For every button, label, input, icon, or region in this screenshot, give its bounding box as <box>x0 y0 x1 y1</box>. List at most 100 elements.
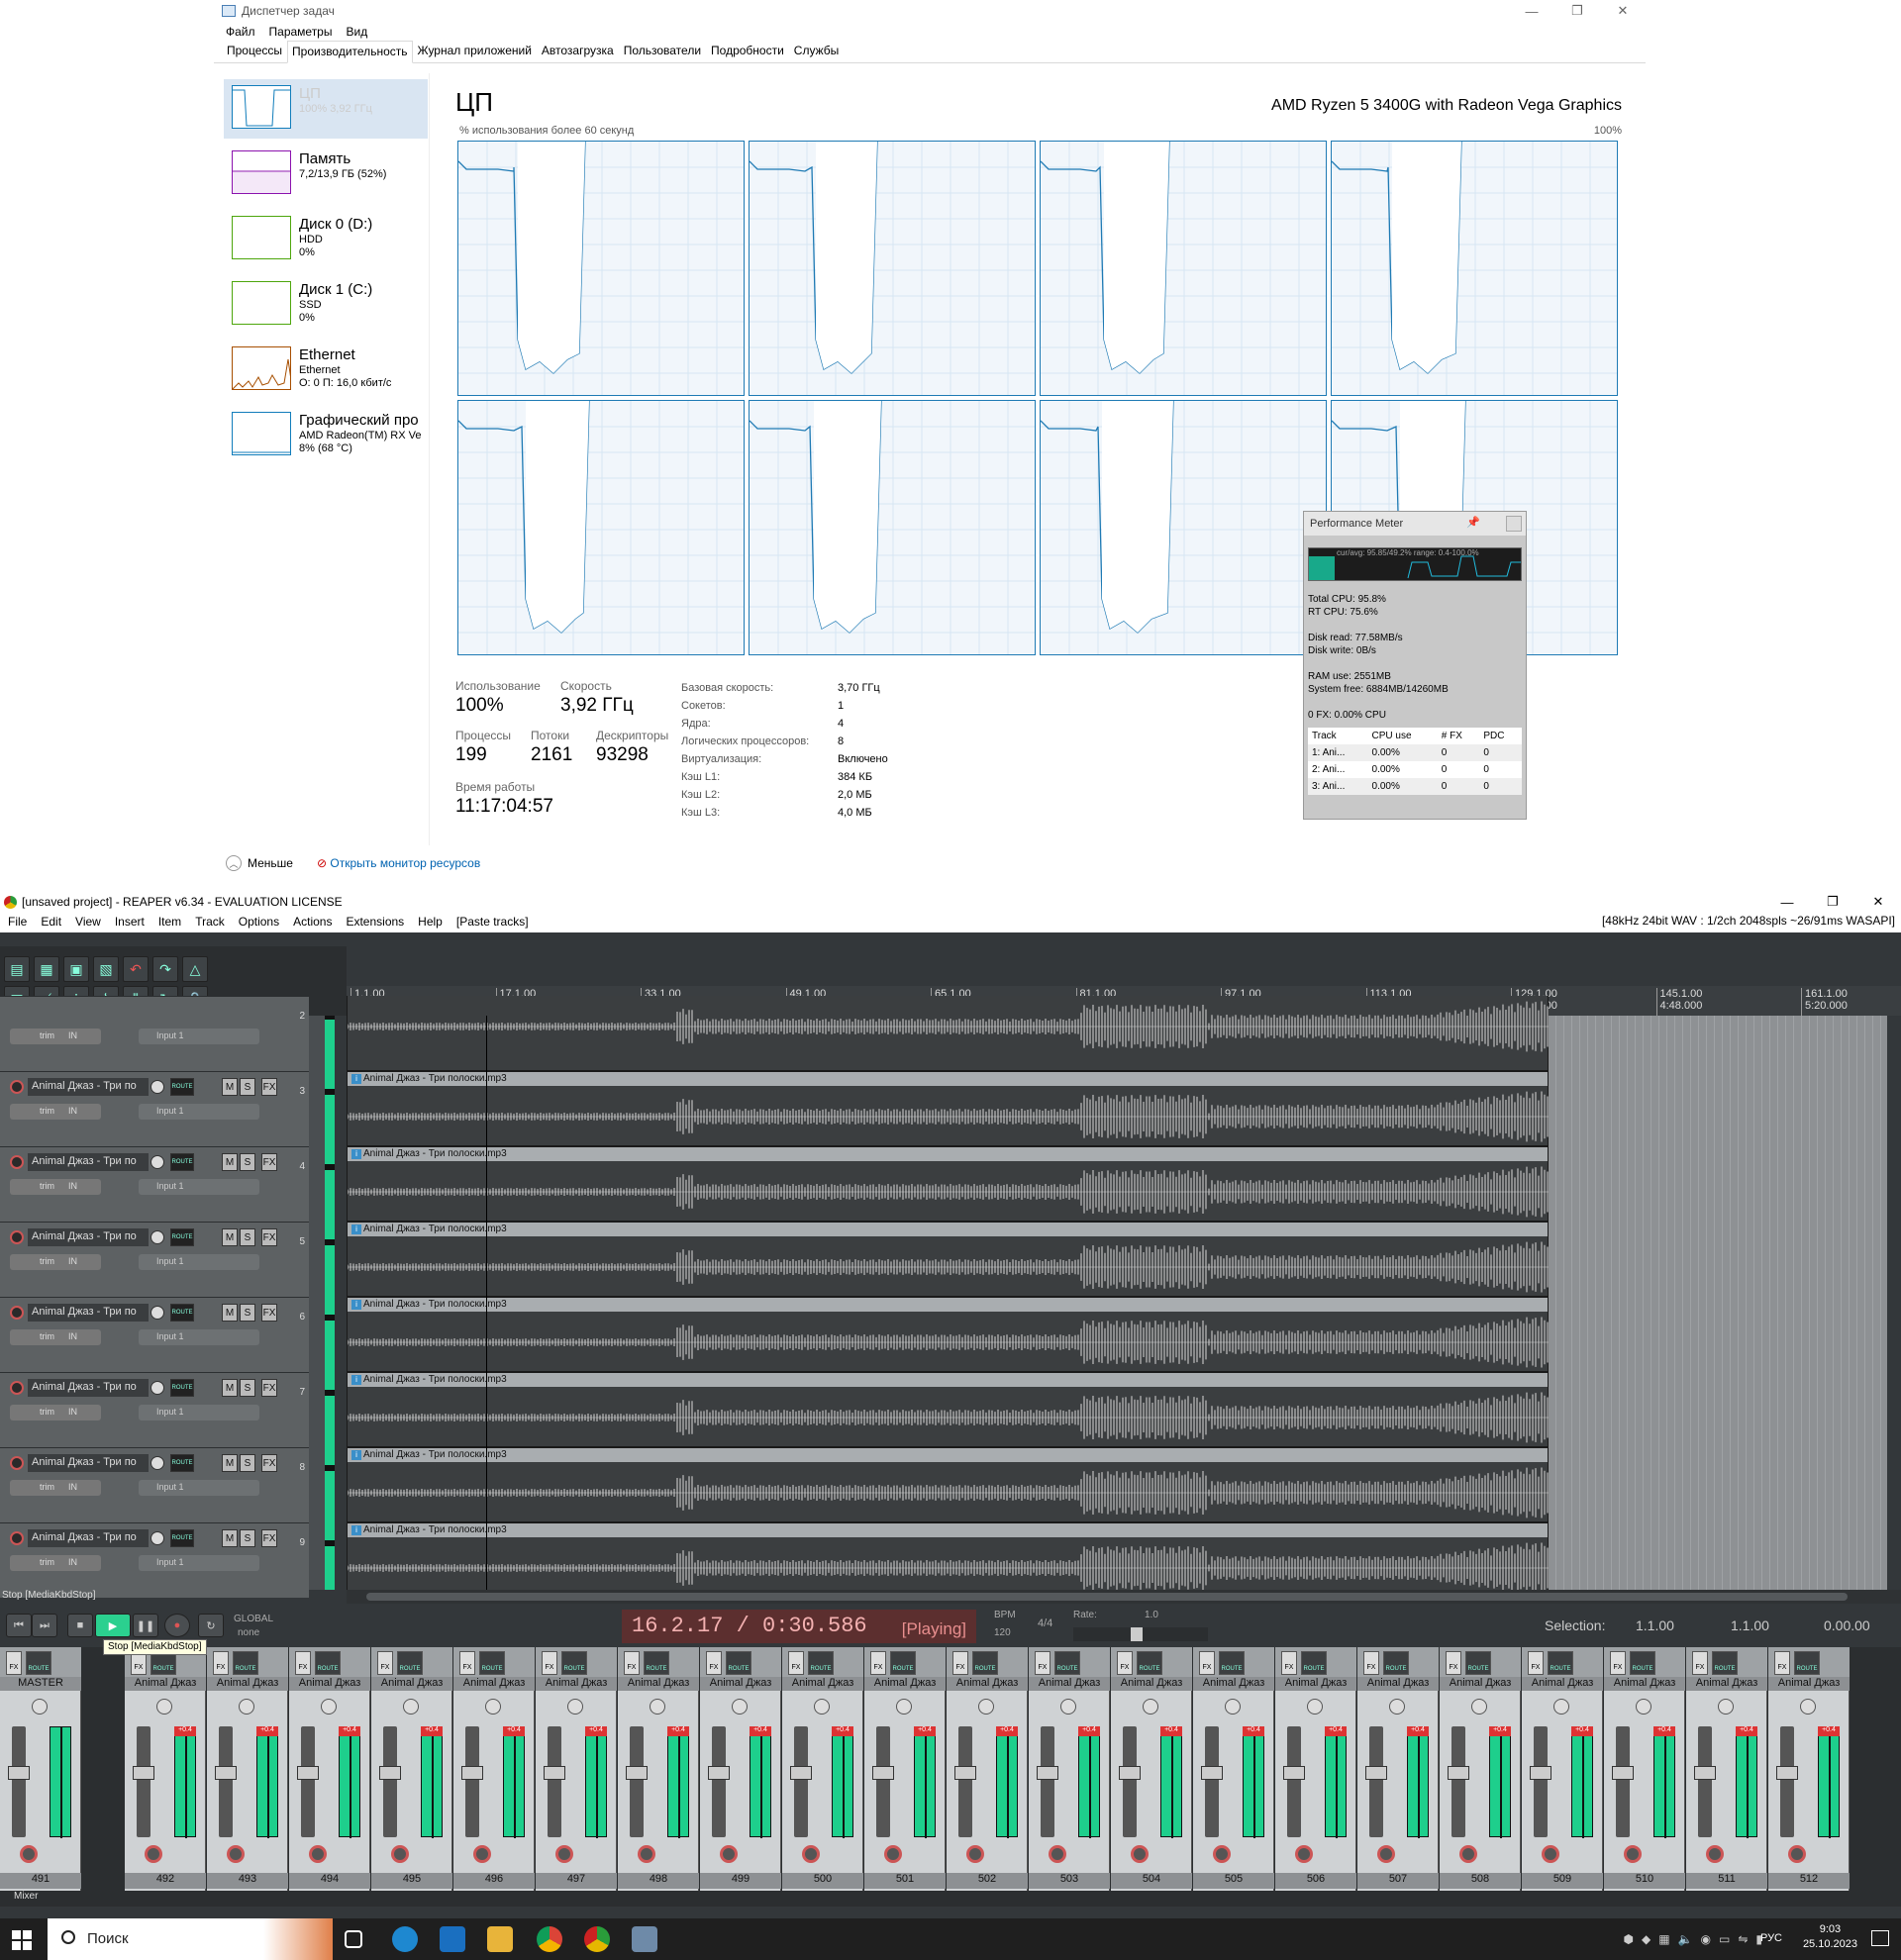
record-arm-icon[interactable] <box>10 1080 24 1094</box>
menu-item-3[interactable]: Insert <box>115 915 145 929</box>
fader-handle[interactable] <box>1776 1766 1798 1780</box>
route-button[interactable]: ROUTE <box>170 1379 194 1397</box>
menu-item-4[interactable]: Item <box>158 915 181 929</box>
mixer-strip-0[interactable]: FX ROUTE MASTER 491 <box>0 1647 81 1891</box>
record-arm-icon[interactable] <box>1131 1845 1149 1863</box>
column-header-1[interactable]: CPU use <box>1368 728 1438 744</box>
volume-fader[interactable] <box>876 1726 890 1837</box>
rate-slider[interactable] <box>1073 1627 1208 1641</box>
trim-control[interactable]: trim IN <box>10 1480 101 1496</box>
volume-fader[interactable] <box>1780 1726 1794 1837</box>
notifications-icon[interactable] <box>1871 1930 1889 1946</box>
input-selector[interactable]: Input 1 <box>139 1329 259 1345</box>
volume-knob[interactable] <box>150 1155 164 1169</box>
volume-fader[interactable] <box>465 1726 479 1837</box>
route-button[interactable]: ROUTE <box>808 1651 834 1675</box>
edge-icon[interactable] <box>392 1926 418 1952</box>
volume-fader[interactable] <box>219 1726 233 1837</box>
usb-icon[interactable]: ⇋ <box>1738 1932 1748 1946</box>
volume-fader[interactable] <box>794 1726 808 1837</box>
menu-item-6[interactable]: Options <box>239 915 279 929</box>
pan-knob[interactable] <box>1636 1699 1651 1715</box>
volume-fader[interactable] <box>1123 1726 1137 1837</box>
horizontal-scrollbar[interactable] <box>347 1590 1901 1604</box>
pan-knob[interactable] <box>896 1699 912 1715</box>
fader-handle[interactable] <box>872 1766 894 1780</box>
media-item[interactable]: i Animal Джаз - Три полоски.mp3 <box>347 1372 1550 1447</box>
menu-item-2[interactable]: View <box>75 915 101 929</box>
volume-fader[interactable] <box>1287 1726 1301 1837</box>
mixer-strip-18[interactable]: FX ROUTE Animal Джаз +0.4 509 <box>1522 1647 1603 1891</box>
minimize-icon[interactable]: — <box>1764 893 1810 911</box>
mixer-strip-17[interactable]: FX ROUTE Animal Джаз +0.4 508 <box>1440 1647 1521 1891</box>
fader-handle[interactable] <box>1448 1766 1469 1780</box>
mixer-strip-20[interactable]: FX ROUTE Animal Джаз +0.4 511 <box>1686 1647 1767 1891</box>
record-arm-icon[interactable] <box>1706 1845 1724 1863</box>
fader-handle[interactable] <box>954 1766 976 1780</box>
route-button[interactable]: ROUTE <box>170 1153 194 1171</box>
route-button[interactable]: ROUTE <box>315 1651 341 1675</box>
audio-device-status[interactable]: [48kHz 24bit WAV : 1/2ch 2048spls ~26/91… <box>1602 914 1895 928</box>
mixer-strip-5[interactable]: FX ROUTE Animal Джаз +0.4 496 <box>453 1647 535 1891</box>
fader-handle[interactable] <box>708 1766 730 1780</box>
reaper-taskbar-icon[interactable] <box>584 1926 610 1952</box>
fx-button[interactable]: FX <box>870 1651 886 1675</box>
table-row[interactable]: 1: Ani... 0.00% 0 0 <box>1308 744 1522 761</box>
record-arm-icon[interactable] <box>966 1845 984 1863</box>
route-button[interactable]: ROUTE <box>1137 1651 1162 1675</box>
fx-button[interactable]: FX <box>952 1651 968 1675</box>
track-8[interactable]: Animal Джаз - Три по ROUTE M S FX trim IN Input… <box>0 1447 309 1522</box>
track-6[interactable]: Animal Джаз - Три по ROUTE M S FX trim IN Input… <box>0 1297 309 1372</box>
volume-knob[interactable] <box>150 1456 164 1470</box>
mute-button[interactable]: M <box>222 1078 238 1096</box>
less-details-link[interactable]: Меньше <box>248 856 293 870</box>
route-button[interactable]: ROUTE <box>26 1651 51 1675</box>
redo-icon[interactable]: ↷ <box>152 956 178 982</box>
column-header-3[interactable]: PDC <box>1479 728 1522 744</box>
mixer-strip-16[interactable]: FX ROUTE Animal Джаз +0.4 507 <box>1357 1647 1439 1891</box>
input-selector[interactable]: Input 1 <box>139 1405 259 1421</box>
trim-control[interactable]: trim IN <box>10 1179 101 1195</box>
volume-knob[interactable] <box>150 1230 164 1244</box>
mixer-strip-14[interactable]: FX ROUTE Animal Джаз +0.4 505 <box>1193 1647 1274 1891</box>
trim-control[interactable]: trim IN <box>10 1254 101 1270</box>
steam-icon[interactable]: ◉ <box>1701 1932 1711 1946</box>
taskbar-search[interactable]: Поиск <box>48 1918 333 1960</box>
record-arm-icon[interactable] <box>20 1845 38 1863</box>
record-arm-icon[interactable] <box>1049 1845 1066 1863</box>
fader-handle[interactable] <box>626 1766 648 1780</box>
fx-button[interactable]: FX <box>295 1651 311 1675</box>
media-item[interactable]: i Animal Джаз - Три полоски.mp3 <box>347 1522 1550 1598</box>
route-button[interactable]: ROUTE <box>561 1651 587 1675</box>
volume-knob[interactable] <box>150 1381 164 1395</box>
route-button[interactable]: ROUTE <box>170 1304 194 1322</box>
record-arm-icon[interactable] <box>10 1456 24 1470</box>
fx-button[interactable]: FX <box>261 1379 277 1397</box>
volume-fader[interactable] <box>1534 1726 1548 1837</box>
file-explorer-icon[interactable] <box>487 1926 513 1952</box>
repeat-icon[interactable]: ↻ <box>198 1614 224 1637</box>
menu-item-7[interactable]: Actions <box>293 915 332 929</box>
input-selector[interactable]: Input 1 <box>139 1254 259 1270</box>
fader-handle[interactable] <box>1530 1766 1551 1780</box>
scrollbar-thumb[interactable] <box>366 1593 1848 1601</box>
fader-handle[interactable] <box>544 1766 565 1780</box>
route-button[interactable]: ROUTE <box>397 1651 423 1675</box>
volume-fader[interactable] <box>548 1726 561 1837</box>
record-arm-icon[interactable] <box>10 1230 24 1244</box>
route-button[interactable]: ROUTE <box>1054 1651 1080 1675</box>
task-manager-taskbar-icon[interactable] <box>632 1926 657 1952</box>
windows-start-icon[interactable] <box>12 1930 32 1950</box>
go-to-start-icon[interactable]: ⏮ <box>6 1614 32 1637</box>
record-arm-icon[interactable] <box>1459 1845 1477 1863</box>
menu-item-1[interactable]: Edit <box>41 915 61 929</box>
record-arm-icon[interactable] <box>1213 1845 1231 1863</box>
sidebar-item-3[interactable]: Диск 1 (C:) SSD 0% <box>224 275 428 335</box>
pan-knob[interactable] <box>1060 1699 1076 1715</box>
record-arm-icon[interactable] <box>10 1381 24 1395</box>
fx-button[interactable]: FX <box>1774 1651 1790 1675</box>
fader-handle[interactable] <box>1612 1766 1634 1780</box>
route-button[interactable]: ROUTE <box>1548 1651 1573 1675</box>
track-name[interactable]: Animal Джаз - Три по <box>28 1454 149 1472</box>
record-arm-icon[interactable] <box>309 1845 327 1863</box>
